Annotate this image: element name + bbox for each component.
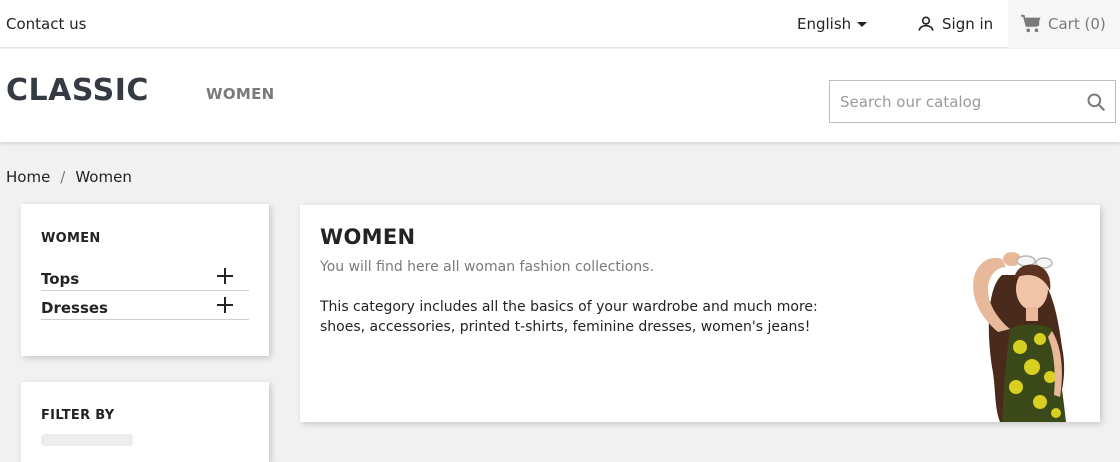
user-icon bbox=[918, 16, 934, 31]
category-title: WOMEN bbox=[320, 225, 416, 249]
breadcrumb-home[interactable]: Home bbox=[6, 168, 50, 186]
breadcrumb-separator: / bbox=[60, 168, 66, 186]
header-nav: Contact us English Sign in Cart (0) bbox=[0, 0, 1120, 48]
category-header-panel: WOMEN You will find here all woman fashi… bbox=[300, 205, 1100, 422]
search-icon[interactable] bbox=[1086, 92, 1106, 112]
cart-label: Cart (0) bbox=[1048, 15, 1106, 33]
cart-button[interactable]: Cart (0) bbox=[1008, 0, 1120, 48]
filter-title: FILTER BY bbox=[41, 408, 115, 423]
plus-icon[interactable] bbox=[217, 297, 233, 313]
language-label: English bbox=[797, 15, 852, 33]
menu-item-women[interactable]: WOMEN bbox=[206, 85, 275, 103]
search-widget bbox=[829, 80, 1116, 123]
category-image bbox=[973, 252, 1066, 422]
category-item-dresses: Dresses bbox=[41, 291, 249, 320]
category-description: This category includes all the basics of… bbox=[320, 299, 818, 335]
filter-chip[interactable] bbox=[41, 434, 133, 446]
category-tree-title[interactable]: WOMEN bbox=[41, 231, 101, 246]
caret-down-icon bbox=[857, 22, 868, 27]
contact-us-link[interactable]: Contact us bbox=[6, 15, 86, 33]
language-selector[interactable]: English bbox=[797, 15, 868, 33]
breadcrumb-women[interactable]: Women bbox=[75, 168, 131, 186]
sign-in-link[interactable]: Sign in bbox=[916, 14, 993, 34]
shopping-cart-icon bbox=[1021, 14, 1041, 33]
search-input[interactable] bbox=[830, 81, 1080, 122]
filter-panel: FILTER BY bbox=[21, 382, 269, 462]
category-label[interactable]: Dresses bbox=[41, 299, 108, 317]
breadcrumb: Home / Women bbox=[6, 168, 132, 186]
category-label[interactable]: Tops bbox=[41, 270, 79, 288]
store-logo[interactable]: CLASSIC bbox=[6, 73, 149, 108]
category-subtitle: You will find here all woman fashion col… bbox=[320, 259, 654, 275]
header-top: CLASSIC WOMEN bbox=[0, 49, 1120, 142]
category-tree-panel: WOMEN Tops Dresses bbox=[21, 204, 269, 356]
plus-icon[interactable] bbox=[217, 268, 233, 284]
sign-in-label: Sign in bbox=[942, 15, 994, 33]
category-item-tops: Tops bbox=[41, 262, 249, 291]
